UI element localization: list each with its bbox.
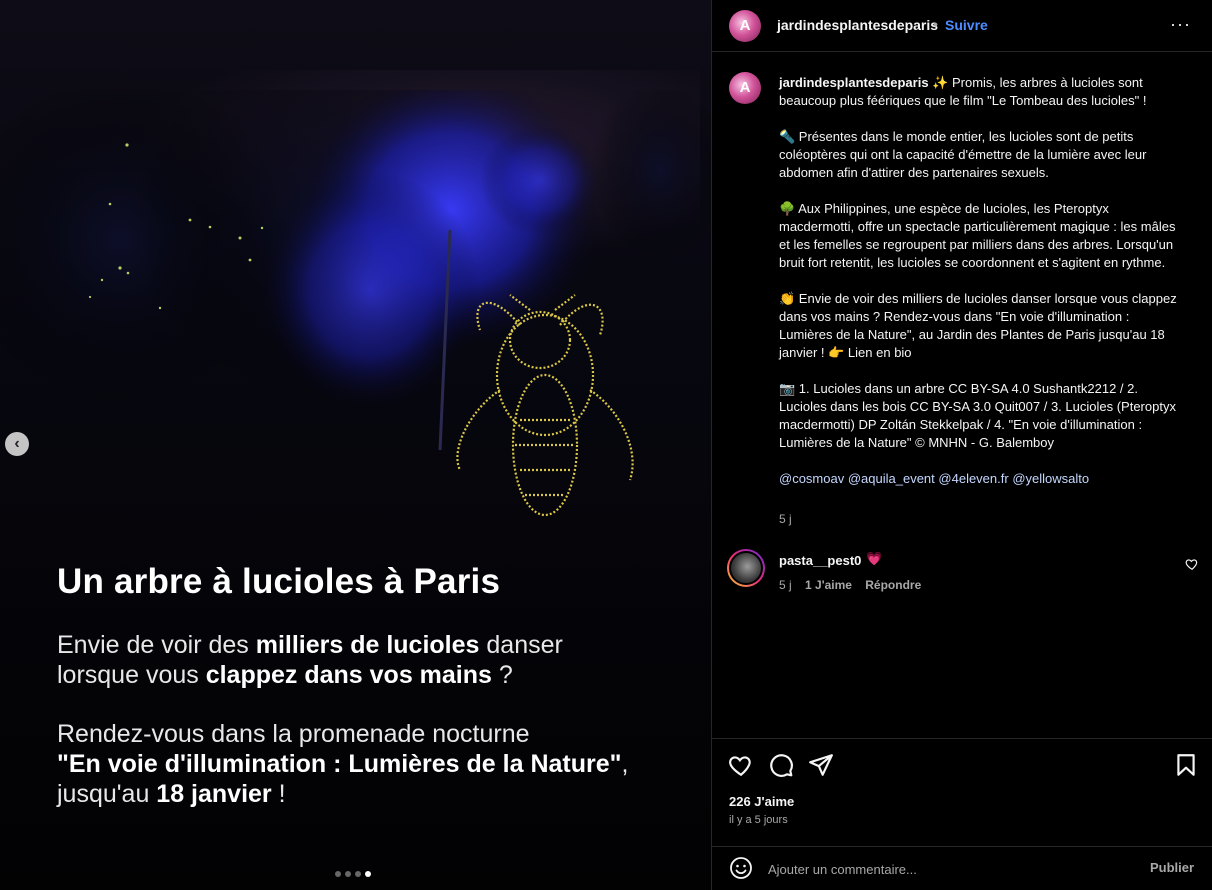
- media-text: danser: [479, 631, 563, 659]
- mention-link[interactable]: @yellowsalto: [1012, 471, 1089, 486]
- commenter-avatar-image: [729, 551, 763, 585]
- emoji-picker-icon[interactable]: [729, 856, 753, 880]
- post-side-panel: A jardindesplantesdeparis • Suivre ··· A…: [711, 0, 1212, 890]
- media-paragraph-1: Envie de voir des milliers de lucioles d…: [57, 630, 563, 690]
- caption-paragraph-4: 👏 Envie de voir des milliers de lucioles…: [779, 291, 1177, 360]
- comment-timestamp[interactable]: 5 j: [779, 578, 792, 592]
- comment-heart-emoji: 💗: [866, 551, 883, 566]
- author-username[interactable]: jardindesplantesdeparis: [777, 17, 938, 33]
- post-header: A jardindesplantesdeparis • Suivre ···: [712, 0, 1212, 52]
- comment-likes[interactable]: 1 J'aime: [805, 578, 852, 592]
- more-options-icon[interactable]: ···: [1170, 14, 1191, 35]
- like-heart-icon[interactable]: [728, 752, 754, 778]
- media-text: jusqu'au: [57, 780, 157, 808]
- header-separator: •: [933, 16, 938, 32]
- media-text: lorsque vous: [57, 661, 206, 689]
- media-text-bold: clappez dans vos mains: [205, 661, 492, 689]
- firefly-tree-photo: [0, 90, 711, 517]
- save-bookmark-icon[interactable]: [1173, 752, 1199, 778]
- carousel-dot-active: [365, 871, 371, 877]
- media-text: Rendez-vous dans la promenade nocturne: [57, 720, 530, 748]
- post-media[interactable]: Un arbre à lucioles à Paris Envie de voi…: [0, 0, 711, 890]
- media-text-bold: 18 janvier: [156, 780, 272, 808]
- comment-meta: 5 j 1 J'aime Répondre: [779, 578, 931, 592]
- caption-paragraph-2: 🔦 Présentes dans le monde entier, les lu…: [779, 129, 1147, 180]
- post-actions: 226 J'aime il y a 5 jours: [712, 738, 1212, 848]
- carousel-dot: [335, 871, 341, 877]
- media-text-bold: milliers de lucioles: [255, 631, 480, 659]
- caption-mentions: @cosmoav @aquila_event @4eleven.fr @yell…: [779, 470, 1183, 488]
- comment-input[interactable]: [768, 859, 1128, 879]
- previous-slide-button[interactable]: ‹: [5, 432, 29, 456]
- media-text: Envie de voir des: [57, 631, 256, 659]
- media-title: Un arbre à lucioles à Paris: [57, 562, 501, 601]
- comment-bubble-icon[interactable]: [768, 752, 794, 778]
- mention-link[interactable]: @4eleven.fr: [938, 471, 1008, 486]
- mention-link[interactable]: @cosmoav: [779, 471, 844, 486]
- carousel-dot: [355, 871, 361, 877]
- caption-paragraph-5: 📷 1. Lucioles dans un arbre CC BY-SA 4.0…: [779, 381, 1176, 450]
- add-comment-bar: Publier: [712, 846, 1212, 890]
- media-text: ,: [621, 750, 629, 778]
- post-date[interactable]: il y a 5 jours: [729, 814, 788, 826]
- likes-count[interactable]: 226 J'aime: [729, 794, 794, 809]
- publish-button[interactable]: Publier: [1150, 860, 1194, 875]
- carousel-dots: [335, 871, 371, 877]
- share-paper-plane-icon[interactable]: [808, 752, 834, 778]
- reply-button[interactable]: Répondre: [865, 578, 921, 592]
- media-text-bold: "En voie d'illumination : Lumières de la…: [57, 750, 622, 778]
- media-text: ?: [491, 661, 513, 689]
- caption-timestamp[interactable]: 5 j: [779, 512, 792, 526]
- caption-username[interactable]: jardindesplantesdeparis: [779, 75, 929, 90]
- caption-author-avatar[interactable]: A: [729, 72, 761, 104]
- comment-like-heart-icon[interactable]: [1185, 557, 1199, 571]
- carousel-dot: [345, 871, 351, 877]
- caption-paragraph-3: 🌳 Aux Philippines, une espèce de luciole…: [779, 201, 1176, 270]
- media-paragraph-2: Rendez-vous dans la promenade nocturne "…: [57, 719, 628, 809]
- commenter-username[interactable]: pasta__pest0: [779, 553, 861, 568]
- author-avatar[interactable]: A: [729, 10, 761, 42]
- follow-button[interactable]: Suivre: [945, 17, 988, 33]
- media-text: !: [271, 780, 286, 808]
- post-caption: jardindesplantesdeparis ✨ Promis, les ar…: [779, 74, 1183, 506]
- mention-link[interactable]: @aquila_event: [848, 471, 935, 486]
- commenter-avatar[interactable]: [727, 549, 765, 587]
